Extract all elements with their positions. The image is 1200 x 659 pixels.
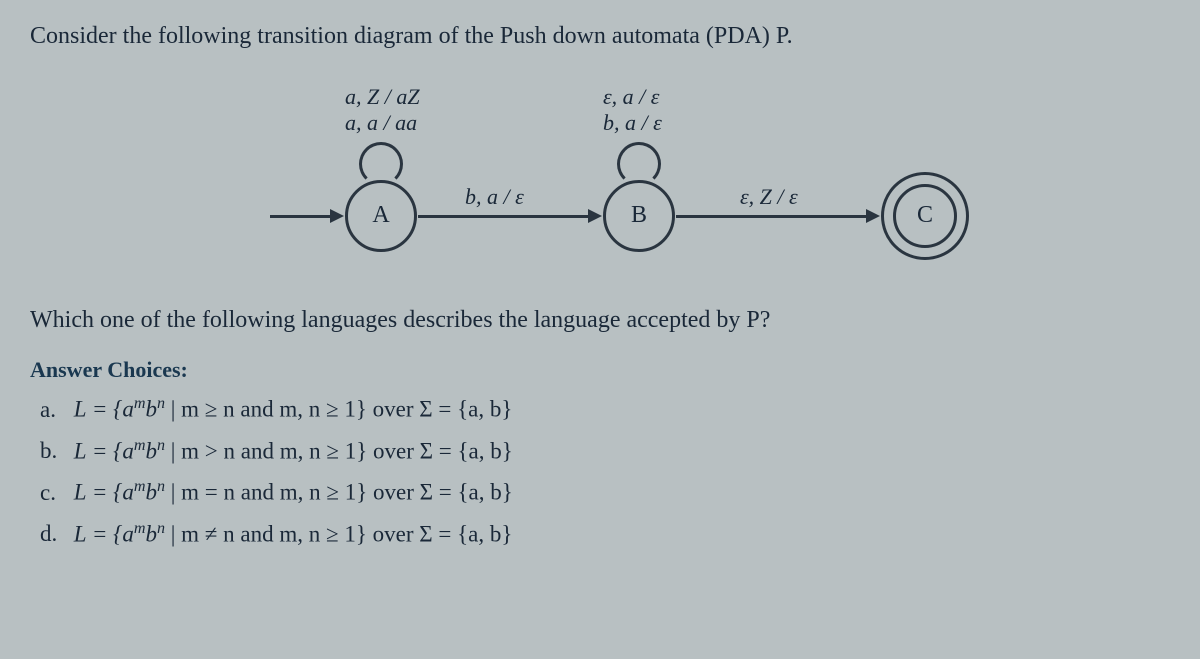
loop-a-label: a, Z / aZ a, a / aa <box>345 84 420 137</box>
choice-a: a. L = {ambn | m ≥ n and m, n ≥ 1} over … <box>40 391 1170 428</box>
choice-d-p1: L = {a <box>74 521 134 546</box>
choice-c: c. L = {ambn | m = n and m, n ≥ 1} over … <box>40 474 1170 511</box>
pda-diagram: A a, Z / aZ a, a / aa b, a / ε B ε, a / … <box>150 84 1050 264</box>
choice-c-letter: c. <box>40 475 68 512</box>
initial-arrow-head <box>330 209 344 223</box>
state-c-outer: C <box>881 172 969 260</box>
choice-b-s2: n <box>157 437 165 454</box>
loop-a-line1: a, Z / aZ <box>345 84 420 109</box>
loop-b-line2: b, a / ε <box>603 110 662 135</box>
edge-ab-head <box>588 209 602 223</box>
edge-bc-label: ε, Z / ε <box>740 184 798 210</box>
choice-d-letter: d. <box>40 516 68 553</box>
choice-a-letter: a. <box>40 392 68 429</box>
state-b: B <box>603 180 675 252</box>
choice-c-p1: L = {a <box>74 480 134 505</box>
initial-arrow <box>270 215 330 218</box>
choice-b-s1: m <box>134 437 146 454</box>
choice-a-p2: b <box>145 397 157 422</box>
choice-d: d. L = {ambn | m ≠ n and m, n ≥ 1} over … <box>40 516 1170 553</box>
edge-bc-head <box>866 209 880 223</box>
choice-a-s2: n <box>157 395 165 412</box>
choice-c-p3: | m = n and m, n ≥ 1} over Σ = {a, b} <box>165 480 513 505</box>
edge-bc <box>676 215 866 218</box>
choice-b-p3: | m > n and m, n ≥ 1} over Σ = {a, b} <box>165 438 513 463</box>
choice-b-p1: L = {a <box>74 438 134 463</box>
choice-c-s2: n <box>157 478 165 495</box>
loop-a <box>359 142 403 186</box>
subquestion: Which one of the following languages des… <box>30 304 1170 338</box>
choice-a-p1: L = {a <box>74 397 134 422</box>
choice-b-p2: b <box>145 438 157 463</box>
choice-a-s1: m <box>134 395 146 412</box>
choice-b: b. L = {ambn | m > n and m, n ≥ 1} over … <box>40 433 1170 470</box>
choice-c-p2: b <box>145 480 157 505</box>
choice-a-p3: | m ≥ n and m, n ≥ 1} over Σ = {a, b} <box>165 397 512 422</box>
choices-header: Answer Choices: <box>30 357 1170 383</box>
loop-b <box>617 142 661 186</box>
state-a: A <box>345 180 417 252</box>
edge-ab <box>418 215 588 218</box>
choice-d-p3: | m ≠ n and m, n ≥ 1} over Σ = {a, b} <box>165 521 512 546</box>
choice-d-p2: b <box>145 521 157 546</box>
loop-a-line2: a, a / aa <box>345 110 417 135</box>
edge-ab-label: b, a / ε <box>465 184 524 210</box>
choice-c-s1: m <box>134 478 146 495</box>
loop-b-line1: ε, a / ε <box>603 84 659 109</box>
choice-b-letter: b. <box>40 433 68 470</box>
state-c: C <box>893 184 957 248</box>
question-prompt: Consider the following transition diagra… <box>30 20 1170 54</box>
loop-b-label: ε, a / ε b, a / ε <box>603 84 662 137</box>
choice-d-s2: n <box>157 520 165 537</box>
choice-d-s1: m <box>134 520 146 537</box>
choice-list: a. L = {ambn | m ≥ n and m, n ≥ 1} over … <box>30 391 1170 553</box>
